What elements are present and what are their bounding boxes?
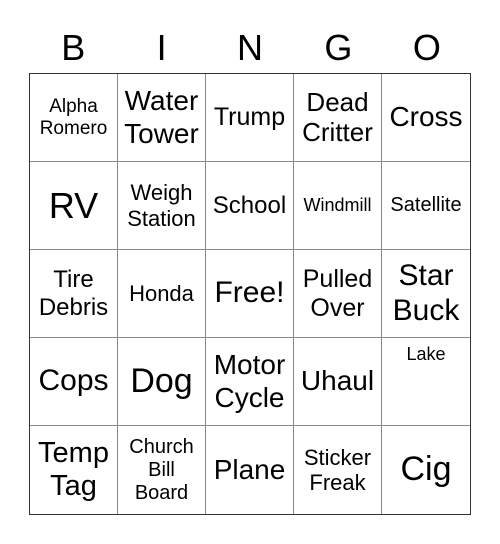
bingo-cell: Sticker Freak <box>294 426 382 514</box>
bingo-cell: Alpha Romero <box>30 74 118 162</box>
header-letter-g: G <box>324 27 353 68</box>
bingo-cell: Weigh Station <box>118 162 206 250</box>
bingo-cell: Church Bill Board <box>118 426 206 514</box>
bingo-cell: School <box>206 162 294 250</box>
bingo-cell: Uhaul <box>294 338 382 426</box>
bingo-cell: Star Buck <box>382 250 470 338</box>
bingo-cell: Honda <box>118 250 206 338</box>
bingo-cell: Trump <box>206 74 294 162</box>
free-space-cell: Free! <box>206 250 294 338</box>
bingo-cell: Water Tower <box>118 74 206 162</box>
bingo-cell: Cross <box>382 74 470 162</box>
header-letter-n: N <box>237 27 264 68</box>
bingo-cell: Cops <box>30 338 118 426</box>
bingo-grid: Alpha Romero Water Tower Trump Dead Crit… <box>29 73 471 515</box>
bingo-cell: Dog <box>118 338 206 426</box>
bingo-cell: Satellite <box>382 162 470 250</box>
bingo-cell: Cig <box>400 450 452 489</box>
bingo-cell: Tire Debris <box>30 250 118 338</box>
bingo-cell: Windmill <box>294 162 382 250</box>
header-letter-i: I <box>156 27 167 68</box>
bingo-cell: Lake <box>382 338 470 426</box>
header-letter-b: B <box>61 27 86 68</box>
bingo-cell: Plane <box>206 426 294 514</box>
bingo-cell: Temp Tag <box>30 426 118 514</box>
bingo-cell: Motor Cycle <box>206 338 294 426</box>
header-letter-o: O <box>412 27 441 68</box>
bingo-header: B I N G O <box>29 26 471 70</box>
bingo-cell: RV <box>30 162 118 250</box>
bingo-cell: Dead Critter <box>294 74 382 162</box>
bingo-cell: Pulled Over <box>294 250 382 338</box>
